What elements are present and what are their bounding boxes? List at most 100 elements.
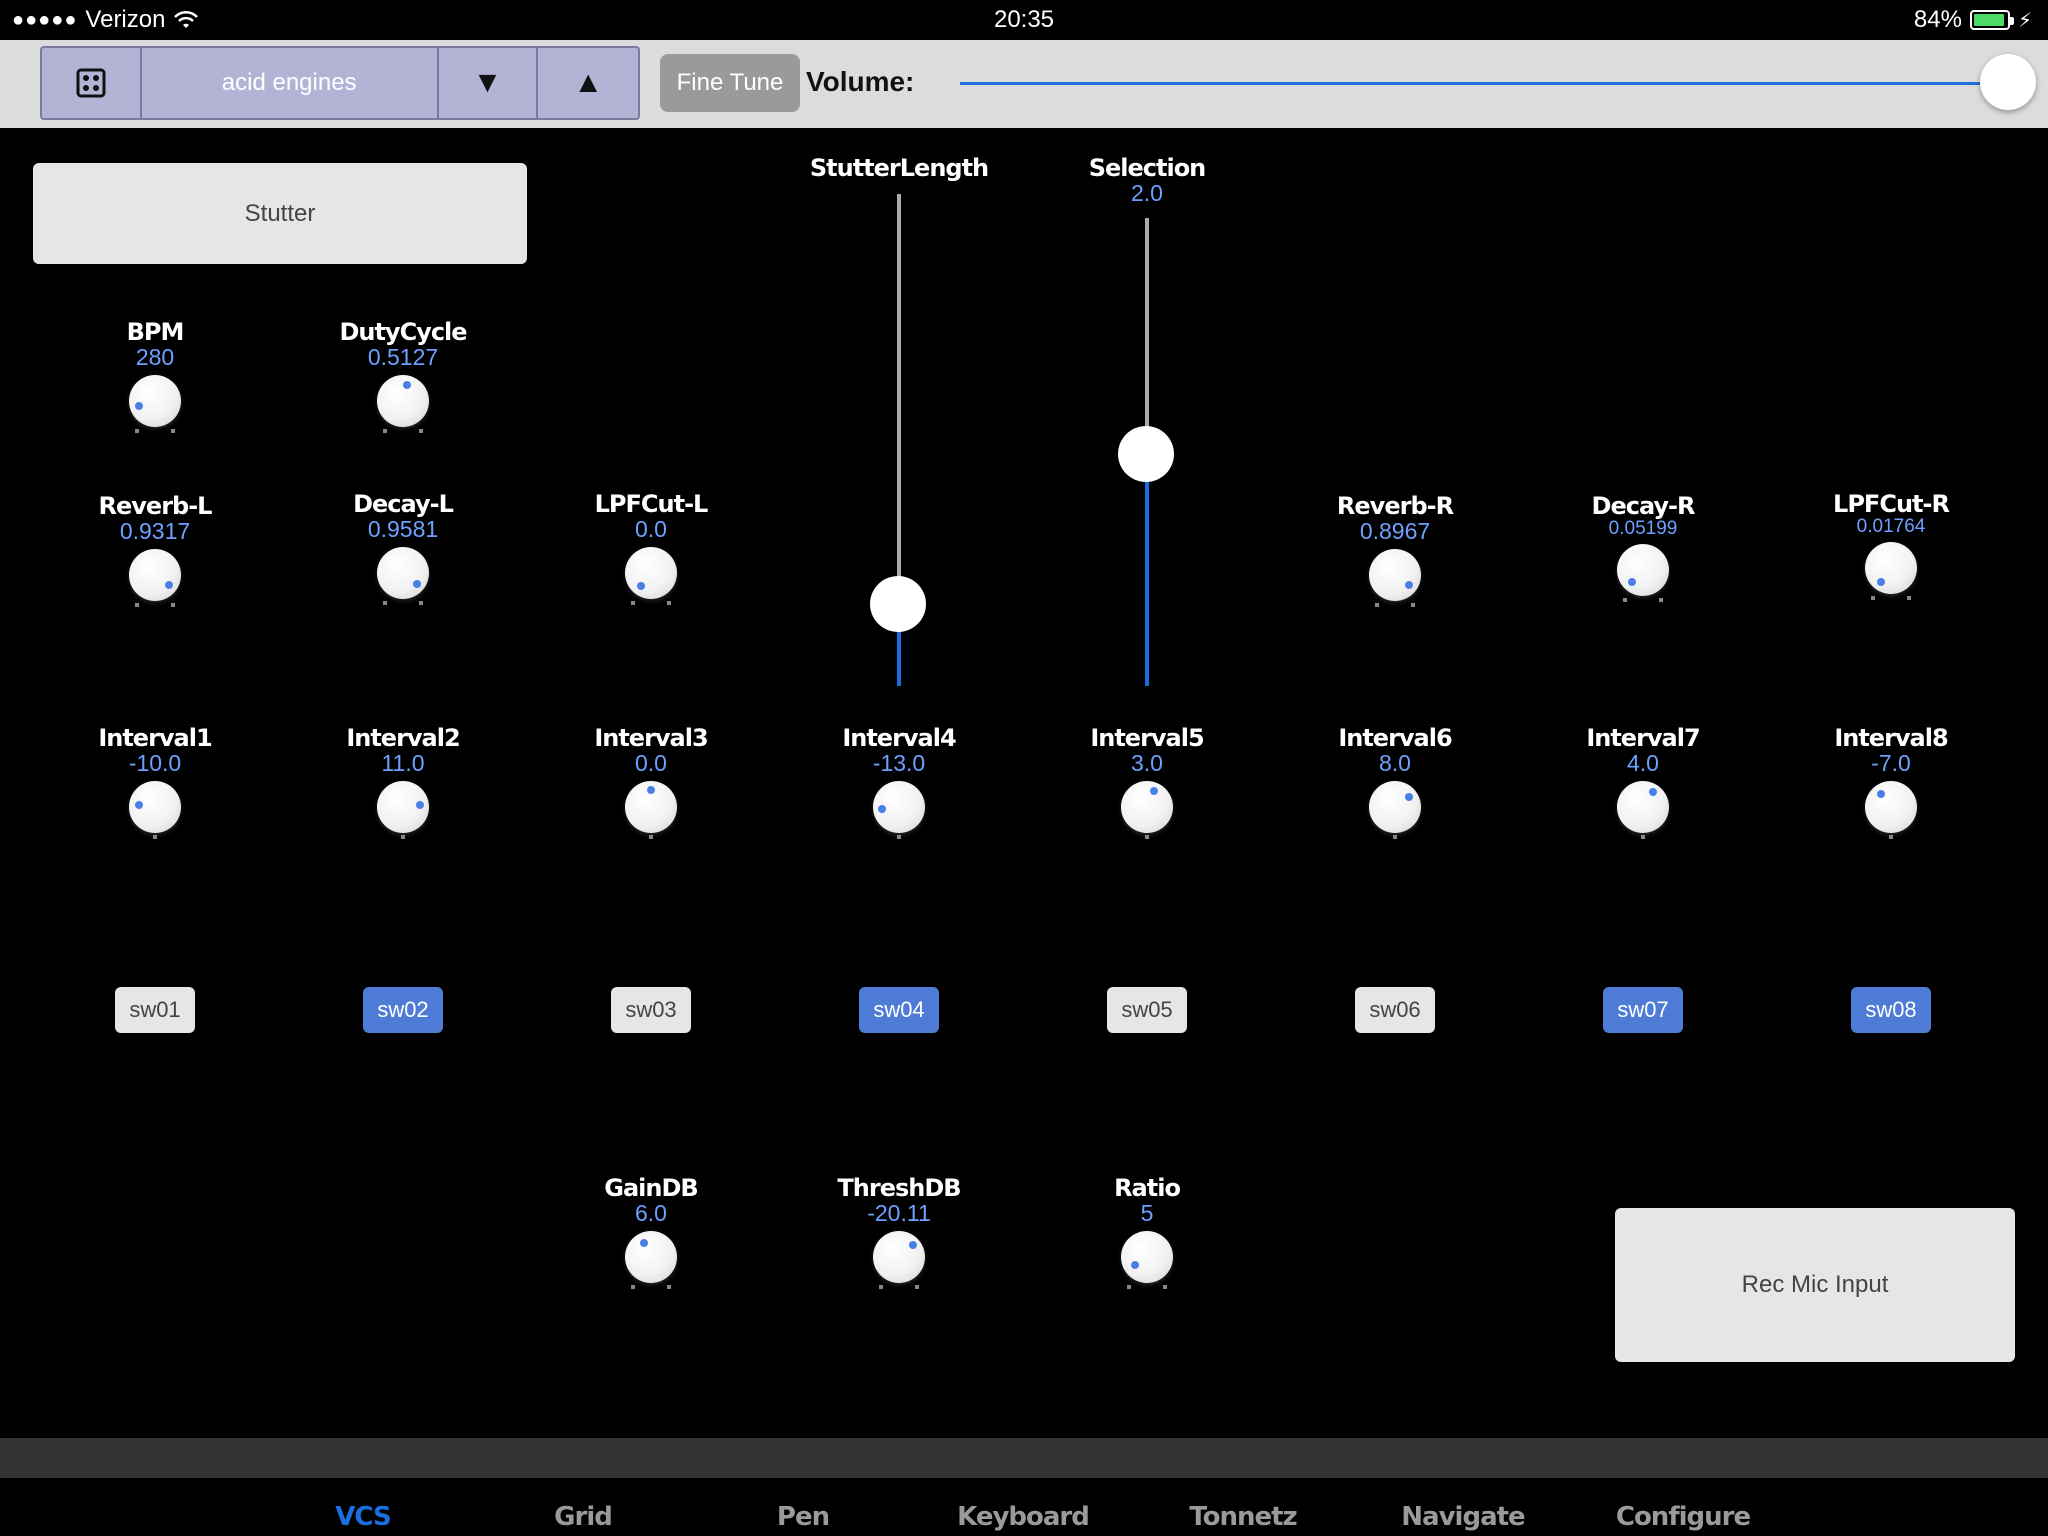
knob-label: Interval4 — [842, 724, 956, 752]
slider-value: 2.0 — [1131, 180, 1163, 206]
knob-dial[interactable] — [1617, 544, 1669, 602]
knob-dial[interactable] — [1369, 781, 1421, 839]
toolbar: acid engines ▼ ▲ Fine Tune Volume: — [0, 40, 2048, 128]
knob-interval5: Interval5 3.0 — [1067, 724, 1227, 839]
knob-dial[interactable] — [625, 1231, 677, 1289]
knob-ratio: Ratio 5 — [1067, 1174, 1227, 1289]
knob-dial[interactable] — [1121, 781, 1173, 839]
fine-tune-button[interactable]: Fine Tune — [660, 54, 800, 112]
tab-pen[interactable]: Pen — [713, 1502, 893, 1532]
knob-value: 8.0 — [1379, 750, 1411, 776]
switch-sw08[interactable]: sw08 — [1851, 987, 1931, 1033]
switch-sw01[interactable]: sw01 — [115, 987, 195, 1033]
slider-track-filled — [1145, 454, 1149, 686]
slider-thumb[interactable] — [1118, 426, 1174, 482]
knob-dial[interactable] — [377, 781, 429, 839]
knob-value: 5 — [1140, 1200, 1154, 1226]
knob-dial[interactable] — [377, 547, 429, 605]
knob-dial[interactable] — [1865, 781, 1917, 839]
rec-mic-input-button[interactable]: Rec Mic Input — [1615, 1208, 2015, 1362]
knob-value: 0.01764 — [1856, 516, 1926, 537]
slider-selection: Selection 2.0 — [1047, 154, 1247, 694]
knob-value: 0.9581 — [367, 516, 439, 542]
tab-configure[interactable]: Configure — [1593, 1502, 1773, 1532]
tab-navigate[interactable]: Navigate — [1373, 1502, 1553, 1532]
tab-vcs[interactable]: VCS — [273, 1502, 453, 1532]
preset-name[interactable]: acid engines — [142, 48, 439, 118]
knob-label: DutyCycle — [339, 318, 467, 346]
knob-value: 6.0 — [635, 1200, 667, 1226]
tab-bar: VCS Grid Pen Keyboard Tonnetz Navigate C… — [0, 1478, 2048, 1536]
knob-decay-r: Decay-R 0.05199 — [1563, 492, 1723, 602]
switch-sw03[interactable]: sw03 — [611, 987, 691, 1033]
knob-value: 0.5127 — [367, 344, 439, 370]
knob-dial[interactable] — [129, 375, 181, 433]
knob-interval4: Interval4 -13.0 — [819, 724, 979, 839]
slider-label: Selection — [1088, 154, 1207, 182]
tab-tonnetz[interactable]: Tonnetz — [1153, 1502, 1333, 1532]
volume-slider-track[interactable] — [960, 82, 2010, 85]
knob-label: Reverb-L — [98, 492, 213, 520]
knob-value: 0.05199 — [1608, 518, 1678, 539]
knob-label: Interval7 — [1586, 724, 1700, 752]
knob-bpm: BPM 280 — [75, 318, 235, 433]
knob-threshdb: ThreshDB -20.11 — [819, 1174, 979, 1289]
switch-sw02[interactable]: sw02 — [363, 987, 443, 1033]
knob-label: Decay-R — [1591, 492, 1696, 520]
knob-label: Interval5 — [1090, 724, 1204, 752]
knob-value: 0.9317 — [119, 518, 191, 544]
knob-label: Reverb-R — [1336, 492, 1454, 520]
status-bar: ●●●●● Verizon 20:35 84% ⚡ — [0, 0, 2048, 40]
grid-dots-icon — [76, 68, 106, 98]
knob-dial[interactable] — [129, 549, 181, 607]
preset-segment: acid engines ▼ ▲ — [40, 46, 640, 120]
knob-label: Interval2 — [346, 724, 460, 752]
knob-dial[interactable] — [873, 781, 925, 839]
tabbar-divider — [0, 1438, 2048, 1478]
knob-dial[interactable] — [1121, 1231, 1173, 1289]
switch-sw04[interactable]: sw04 — [859, 987, 939, 1033]
knob-label: ThreshDB — [837, 1174, 961, 1202]
knob-interval3: Interval3 0.0 — [571, 724, 731, 839]
knob-label: Interval6 — [1338, 724, 1452, 752]
knob-dial[interactable] — [625, 547, 677, 605]
knob-label: Ratio — [1114, 1174, 1181, 1202]
knob-interval1: Interval1 -10.0 — [75, 724, 235, 839]
battery-percent: 84% — [1913, 6, 1962, 33]
tab-grid[interactable]: Grid — [493, 1502, 673, 1532]
switch-sw05[interactable]: sw05 — [1107, 987, 1187, 1033]
knob-value: 0.8967 — [1359, 518, 1431, 544]
knob-label: Interval1 — [98, 724, 212, 752]
knob-value: 280 — [135, 344, 175, 370]
knob-lpfcut-l: LPFCut-L 0.0 — [571, 490, 731, 605]
knob-label: Interval3 — [594, 724, 708, 752]
knob-reverb-r: Reverb-R 0.8967 — [1315, 492, 1475, 607]
knob-label: LPFCut-L — [594, 490, 709, 518]
knob-value: 4.0 — [1627, 750, 1659, 776]
slider-stutterlength: StutterLength — [799, 154, 999, 694]
tab-keyboard[interactable]: Keyboard — [933, 1502, 1113, 1532]
switch-sw06[interactable]: sw06 — [1355, 987, 1435, 1033]
volume-label: Volume: — [806, 66, 915, 97]
battery-icon — [1969, 10, 2014, 30]
knob-label: Decay-L — [353, 490, 454, 518]
knob-value: 11.0 — [381, 750, 425, 776]
knob-dial[interactable] — [1865, 542, 1917, 600]
knob-reverb-l: Reverb-L 0.9317 — [75, 492, 235, 607]
knob-gaindb: GainDB 6.0 — [571, 1174, 731, 1289]
knob-dial[interactable] — [129, 781, 181, 839]
volume-slider-thumb[interactable] — [1980, 54, 2036, 110]
knob-value: -20.11 — [867, 1200, 931, 1226]
preset-list-button[interactable] — [42, 48, 142, 118]
knob-dial[interactable] — [625, 781, 677, 839]
switch-sw07[interactable]: sw07 — [1603, 987, 1683, 1033]
knob-dial[interactable] — [1617, 781, 1669, 839]
preset-down-button[interactable]: ▼ — [439, 48, 539, 118]
preset-up-button[interactable]: ▲ — [538, 48, 638, 118]
stutter-button[interactable]: Stutter — [33, 163, 527, 264]
knob-dial[interactable] — [873, 1231, 925, 1289]
knob-dial[interactable] — [377, 375, 429, 433]
knob-dial[interactable] — [1369, 549, 1421, 607]
knob-lpfcut-r: LPFCut-R 0.01764 — [1811, 490, 1971, 600]
slider-thumb[interactable] — [870, 576, 926, 632]
